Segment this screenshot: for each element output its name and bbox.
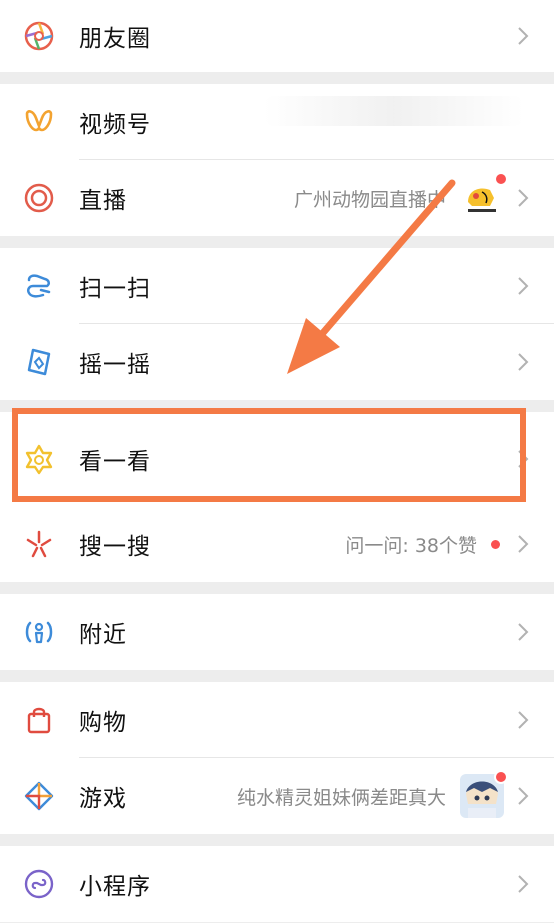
- moments-aperture-icon: [22, 19, 56, 53]
- menu-item-nearby[interactable]: 附近: [0, 594, 554, 670]
- section-gap: [0, 400, 554, 412]
- row-right: [514, 248, 532, 324]
- chevron-right-icon: [514, 275, 532, 297]
- unread-dot: [491, 539, 500, 549]
- chevron-right-icon: [514, 448, 532, 470]
- menu-item-mini-programs[interactable]: 小程序: [0, 846, 554, 922]
- group-moments: 朋友圈: [0, 0, 554, 72]
- chevron-right-icon: [514, 187, 532, 209]
- live-ring-icon: [22, 181, 56, 215]
- section-gap: [0, 72, 554, 84]
- row-right: [514, 324, 532, 400]
- new-badge-dot: [494, 172, 508, 186]
- chevron-right-icon: [514, 621, 532, 643]
- menu-item-label: 附近: [79, 622, 127, 648]
- chevron-right-icon: [514, 709, 532, 731]
- top-stories-star-icon: [22, 442, 56, 476]
- menu-item-top-stories[interactable]: 看一看: [0, 412, 554, 506]
- chevron-right-icon: [514, 873, 532, 895]
- group-scan-shake: 扫一扫 摇一摇: [0, 248, 554, 400]
- scan-icon: [22, 269, 56, 303]
- menu-item-label: 搜一搜: [79, 534, 151, 560]
- group-mini-programs: 小程序: [0, 846, 554, 922]
- group-topstories-search: 看一看 搜一搜 问一问: 38个赞: [0, 412, 554, 582]
- chevron-right-icon: [514, 785, 532, 807]
- channels-butterfly-icon: [22, 105, 56, 139]
- group-nearby: 附近: [0, 594, 554, 670]
- menu-item-label: 购物: [79, 710, 127, 736]
- menu-item-label: 摇一摇: [79, 352, 151, 378]
- nearby-person-icon: [22, 615, 56, 649]
- menu-item-shake[interactable]: 摇一摇: [0, 324, 554, 400]
- chevron-right-icon: [514, 25, 532, 47]
- search-hint-text: 问一问: 38个赞: [345, 534, 477, 557]
- menu-item-label: 扫一扫: [79, 276, 151, 302]
- menu-item-shopping[interactable]: 购物: [0, 682, 554, 758]
- live-hint-text: 广州动物园直播中: [293, 188, 446, 211]
- chevron-right-icon: [514, 533, 532, 555]
- menu-item-label: 看一看: [79, 449, 151, 475]
- menu-item-scan[interactable]: 扫一扫: [0, 248, 554, 324]
- search-spark-icon: [22, 527, 56, 561]
- shopping-bag-icon: [22, 703, 56, 737]
- row-right: [514, 412, 532, 506]
- row-right: [514, 846, 532, 922]
- menu-item-games[interactable]: 游戏 纯水精灵姐妹俩差距真大: [0, 758, 554, 834]
- row-right: 广州动物园直播中: [294, 160, 532, 236]
- menu-item-label: 游戏: [79, 786, 127, 812]
- section-gap: [0, 670, 554, 682]
- menu-item-label: 直播: [79, 188, 127, 214]
- section-gap: [0, 236, 554, 248]
- chevron-right-icon: [514, 351, 532, 373]
- zoo-logo-thumbnail: [460, 172, 508, 220]
- menu-item-moments[interactable]: 朋友圈: [0, 0, 554, 72]
- shake-icon: [22, 345, 56, 379]
- section-gap: [0, 834, 554, 846]
- games-diamond-icon: [22, 779, 56, 813]
- menu-item-search[interactable]: 搜一搜 问一问: 38个赞: [0, 506, 554, 582]
- menu-item-live[interactable]: 直播 广州动物园直播中: [0, 160, 554, 236]
- blurred-preview: [264, 96, 524, 126]
- menu-item-channels[interactable]: 视频号: [0, 84, 554, 160]
- group-channels-live: 视频号 直播 广州动物园直播中: [0, 84, 554, 236]
- menu-item-label: 视频号: [79, 112, 151, 138]
- game-character-thumbnail: [460, 770, 508, 818]
- mini-program-icon: [22, 867, 56, 901]
- row-right: 问一问: 38个赞: [345, 506, 532, 582]
- row-right: 纯水精灵姐妹俩差距真大: [237, 758, 532, 834]
- row-right: [514, 594, 532, 670]
- games-hint-text: 纯水精灵姐妹俩差距真大: [236, 786, 446, 809]
- new-badge-dot: [494, 770, 508, 784]
- menu-item-label: 小程序: [79, 874, 151, 900]
- menu-item-label: 朋友圈: [79, 26, 151, 52]
- section-gap: [0, 582, 554, 594]
- row-right: [514, 682, 532, 758]
- row-right: [514, 0, 532, 72]
- group-shopping-games: 购物 游戏 纯水精灵姐妹俩差距真大: [0, 682, 554, 834]
